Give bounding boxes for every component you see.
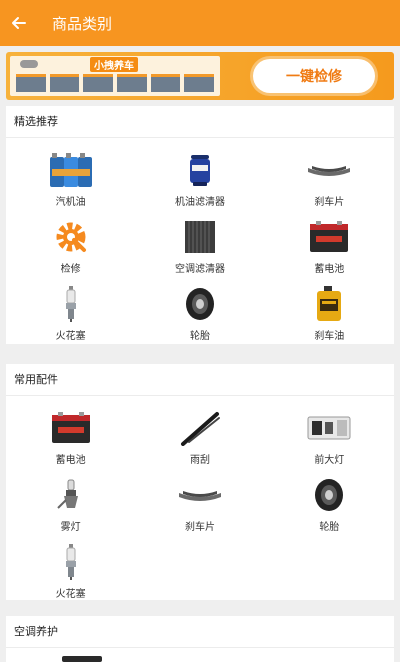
- category-item[interactable]: 刹车片: [265, 144, 394, 211]
- section-title: 空调养护: [6, 616, 394, 648]
- category-label: 检修: [60, 264, 81, 275]
- wiper-icon: [177, 408, 223, 448]
- back-button[interactable]: [2, 0, 36, 46]
- category-label: 前大灯: [314, 455, 345, 466]
- fog-lamp-icon: [48, 475, 94, 515]
- section-title: 常用配件: [6, 364, 394, 396]
- category-item[interactable]: 机油滤清器: [135, 144, 264, 211]
- category-item[interactable]: 火花塞: [6, 536, 135, 603]
- page-title: 商品类别: [52, 14, 113, 33]
- one-click-repair-button[interactable]: 一键检修: [253, 59, 375, 93]
- category-label: 空调滤清器: [174, 264, 225, 275]
- category-item[interactable]: 汽机油: [6, 144, 135, 211]
- category-label: 汽机油: [55, 197, 86, 208]
- shopfront-illustration: 小拽养车: [10, 56, 220, 96]
- category-item[interactable]: 雨刮: [135, 402, 264, 469]
- top-bar: 商品类别: [0, 0, 400, 46]
- ac-filter-icon: [177, 217, 223, 257]
- section-title: 精选推荐: [6, 106, 394, 138]
- category-label: 刹车片: [184, 522, 215, 533]
- category-label: 轮胎: [319, 522, 340, 533]
- section-common-parts: 常用配件 蓄电池 雨刮 前大灯 雾灯 刹车片 轮胎 火花塞: [6, 364, 394, 600]
- brake-pad-icon: [306, 150, 352, 190]
- brake-fluid-icon: [306, 284, 352, 324]
- section-featured: 精选推荐 汽机油 机油滤清器 刹车片 检修 空调滤清器 蓄电池 火花塞 轮胎 刹…: [6, 106, 394, 344]
- category-item[interactable]: 火花塞: [6, 278, 135, 345]
- ac-care-item-icon[interactable]: [62, 656, 102, 662]
- category-item[interactable]: 空调滤清器: [135, 211, 264, 278]
- category-item[interactable]: 前大灯: [265, 402, 394, 469]
- spark-plug-icon: [48, 542, 94, 582]
- shop-sign: 小拽养车: [90, 57, 138, 72]
- battery-icon: [48, 408, 94, 448]
- spark-plug-icon: [48, 284, 94, 324]
- battery-icon: [306, 217, 352, 257]
- category-label: 火花塞: [55, 331, 86, 342]
- category-item[interactable]: 轮胎: [265, 469, 394, 536]
- category-item[interactable]: 雾灯: [6, 469, 135, 536]
- tire-icon: [177, 284, 223, 324]
- category-item[interactable]: 蓄电池: [265, 211, 394, 278]
- section-ac-care: 空调养护: [6, 616, 394, 662]
- promo-banner[interactable]: 小拽养车 一键检修: [6, 52, 394, 100]
- category-label: 轮胎: [189, 331, 210, 342]
- tire-icon: [306, 475, 352, 515]
- category-label: 刹车片: [314, 197, 345, 208]
- category-label: 机油滤清器: [174, 197, 225, 208]
- category-label: 刹车油: [314, 331, 345, 342]
- category-item[interactable]: 刹车油: [265, 278, 394, 345]
- shop-logo-icon: [20, 60, 38, 68]
- category-label: 火花塞: [55, 589, 86, 600]
- oil-filter-icon: [177, 150, 223, 190]
- engine-oil-icon: [48, 150, 94, 190]
- repair-gear-icon: [48, 217, 94, 257]
- category-item[interactable]: 刹车片: [135, 469, 264, 536]
- brake-pad-icon: [177, 475, 223, 515]
- category-item[interactable]: 检修: [6, 211, 135, 278]
- category-label: 蓄电池: [55, 455, 86, 466]
- category-label: 雾灯: [60, 522, 81, 533]
- category-item[interactable]: 蓄电池: [6, 402, 135, 469]
- arrow-left-icon: [12, 17, 26, 29]
- category-item[interactable]: 轮胎: [135, 278, 264, 345]
- category-label: 雨刮: [189, 455, 210, 466]
- headlight-icon: [306, 408, 352, 448]
- category-label: 蓄电池: [314, 264, 345, 275]
